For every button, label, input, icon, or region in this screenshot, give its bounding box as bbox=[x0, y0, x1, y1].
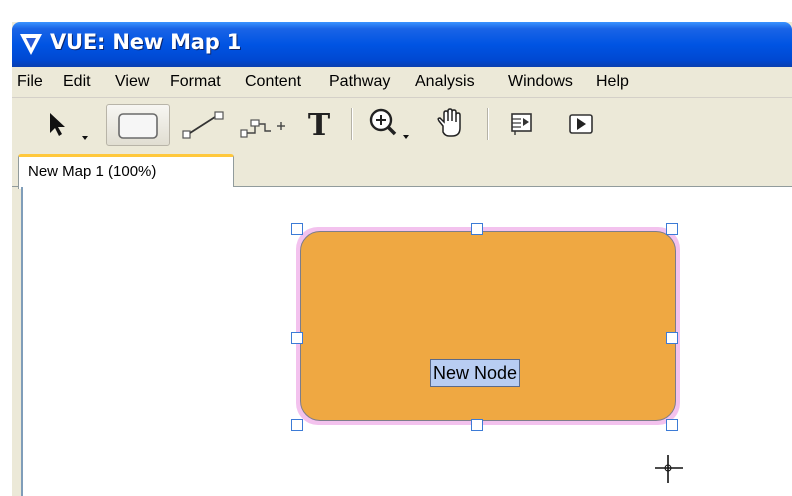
title-bar[interactable]: VUE: New Map 1 bbox=[12, 22, 792, 67]
text-tool-button[interactable]: T bbox=[296, 104, 342, 144]
menu-windows[interactable]: Windows bbox=[508, 73, 573, 91]
menu-edit[interactable]: Edit bbox=[63, 73, 91, 91]
svg-text:T: T bbox=[308, 108, 331, 143]
resize-handle-left[interactable] bbox=[291, 332, 303, 344]
toolbar: T bbox=[12, 98, 792, 150]
hand-pan-icon bbox=[437, 108, 461, 137]
play-tool-button[interactable] bbox=[558, 104, 604, 144]
resize-handle-right[interactable] bbox=[666, 332, 678, 344]
resize-handle-bottom[interactable] bbox=[471, 419, 483, 431]
link-tool-button[interactable] bbox=[179, 104, 229, 144]
map-node[interactable] bbox=[300, 231, 676, 421]
vue-window: VUE: New Map 1 File Edit View Format Con… bbox=[12, 22, 792, 496]
curved-link-tool-button[interactable] bbox=[237, 104, 289, 144]
menu-bar: File Edit View Format Content Pathway An… bbox=[12, 67, 792, 98]
node-rectangle-icon bbox=[118, 113, 158, 139]
document-tab-strip: New Map 1 (100%) bbox=[12, 150, 792, 189]
window-title: VUE: New Map 1 bbox=[50, 30, 242, 54]
play-icon bbox=[569, 114, 593, 134]
menu-pathway[interactable]: Pathway bbox=[329, 73, 390, 91]
node-tool-button[interactable] bbox=[106, 104, 170, 146]
link-connector-icon bbox=[182, 111, 224, 139]
pan-tool-button[interactable] bbox=[429, 104, 475, 144]
selection-arrow-icon bbox=[50, 113, 88, 140]
crosshair-icon bbox=[655, 455, 683, 483]
curved-link-icon bbox=[240, 119, 285, 138]
menu-help[interactable]: Help bbox=[596, 73, 629, 91]
selection-tool-button[interactable] bbox=[44, 104, 94, 144]
map-canvas[interactable]: New Node bbox=[21, 187, 792, 496]
text-tool-icon: T bbox=[308, 108, 331, 143]
toolbar-separator bbox=[487, 108, 489, 140]
resize-handle-top-right[interactable] bbox=[666, 223, 678, 235]
tab-label: New Map 1 (100%) bbox=[28, 163, 157, 180]
zoom-icon bbox=[369, 108, 409, 139]
vue-logo-icon bbox=[20, 34, 42, 55]
presentation-slides-icon bbox=[511, 113, 532, 135]
slides-tool-button[interactable] bbox=[499, 104, 545, 144]
resize-handle-bottom-left[interactable] bbox=[291, 419, 303, 431]
menu-content[interactable]: Content bbox=[245, 73, 301, 91]
tab-new-map-1[interactable]: New Map 1 (100%) bbox=[18, 154, 234, 189]
menu-file[interactable]: File bbox=[17, 73, 43, 91]
toolbar-separator bbox=[351, 108, 353, 140]
node-label[interactable]: New Node bbox=[430, 359, 521, 387]
zoom-tool-button[interactable] bbox=[363, 104, 421, 144]
resize-handle-bottom-right[interactable] bbox=[666, 419, 678, 431]
menu-analysis[interactable]: Analysis bbox=[415, 73, 475, 91]
menu-view[interactable]: View bbox=[115, 73, 149, 91]
resize-handle-top-left[interactable] bbox=[291, 223, 303, 235]
menu-format[interactable]: Format bbox=[170, 73, 221, 91]
resize-handle-top[interactable] bbox=[471, 223, 483, 235]
